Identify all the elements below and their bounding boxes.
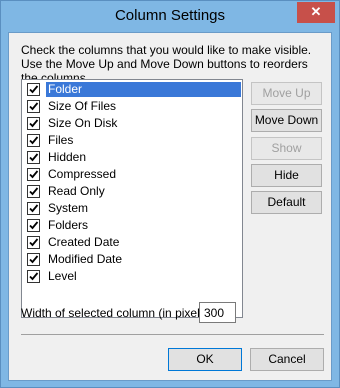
list-item-folders[interactable]: Folders	[23, 217, 241, 234]
checkbox[interactable]	[27, 134, 40, 147]
list-item-level[interactable]: Level	[23, 268, 241, 285]
check-icon	[29, 255, 39, 264]
show-button[interactable]: Show	[251, 137, 322, 160]
list-item-system[interactable]: System	[23, 200, 241, 217]
move-up-button[interactable]: Move Up	[251, 82, 322, 105]
list-item-folder[interactable]: Folder	[23, 81, 241, 98]
list-item-label: Hidden	[48, 150, 87, 164]
checkbox[interactable]	[27, 117, 40, 130]
list-item-label: Size Of Files	[48, 99, 117, 113]
column-width-label: Width of selected column (in pixels):	[21, 306, 214, 320]
list-item-size-on-disk[interactable]: Size On Disk	[23, 115, 241, 132]
close-button[interactable]: ✕	[297, 2, 335, 23]
ok-button[interactable]: OK	[168, 348, 242, 371]
check-icon	[29, 153, 39, 162]
hide-button[interactable]: Hide	[251, 164, 322, 187]
list-item-label: Created Date	[48, 235, 120, 249]
list-item-label: Read Only	[48, 184, 105, 198]
column-settings-window: Column Settings ✕ Check the columns that…	[0, 0, 340, 388]
checkbox[interactable]	[27, 151, 40, 164]
checkbox[interactable]	[27, 100, 40, 113]
divider	[21, 334, 324, 335]
check-icon	[29, 204, 39, 213]
check-icon	[29, 221, 39, 230]
list-item-size-of-files[interactable]: Size Of Files	[23, 98, 241, 115]
window-title: Column Settings	[114, 7, 226, 24]
checkbox[interactable]	[27, 270, 40, 283]
list-item-label: Compressed	[48, 167, 117, 181]
check-icon	[29, 272, 39, 281]
check-icon	[29, 119, 39, 128]
checkbox[interactable]	[27, 83, 40, 96]
list-item-files[interactable]: Files	[23, 132, 241, 149]
column-width-input[interactable]	[199, 302, 236, 323]
check-icon	[29, 238, 39, 247]
list-item-label: System	[48, 201, 89, 215]
check-icon	[29, 85, 39, 94]
list-item-read-only[interactable]: Read Only	[23, 183, 241, 200]
move-down-button[interactable]: Move Down	[251, 109, 322, 132]
list-item-label: Files	[48, 133, 74, 147]
checkbox[interactable]	[27, 253, 40, 266]
dialog-body: Check the columns that you would like to…	[8, 32, 332, 381]
check-icon	[29, 170, 39, 179]
list-item-modified-date[interactable]: Modified Date	[23, 251, 241, 268]
default-button[interactable]: Default	[251, 191, 322, 214]
checkbox[interactable]	[27, 236, 40, 249]
title-bar[interactable]: Column Settings ✕	[1, 1, 339, 32]
close-icon: ✕	[310, 4, 322, 19]
list-item-compressed[interactable]: Compressed	[23, 166, 241, 183]
check-icon	[29, 187, 39, 196]
checkbox[interactable]	[27, 185, 40, 198]
columns-list[interactable]: Folder Size Of Files Size On Disk Files …	[21, 79, 243, 318]
checkbox[interactable]	[27, 168, 40, 181]
cancel-button[interactable]: Cancel	[250, 348, 324, 371]
list-item-label: Level	[48, 269, 77, 283]
list-item-label: Modified Date	[48, 252, 123, 266]
list-item-created-date[interactable]: Created Date	[23, 234, 241, 251]
checkbox[interactable]	[27, 219, 40, 232]
list-item-label: Folders	[48, 218, 89, 232]
list-item-label: Size On Disk	[48, 116, 118, 130]
list-item-label: Folder	[46, 82, 241, 97]
list-item-hidden[interactable]: Hidden	[23, 149, 241, 166]
check-icon	[29, 102, 39, 111]
check-icon	[29, 136, 39, 145]
checkbox[interactable]	[27, 202, 40, 215]
